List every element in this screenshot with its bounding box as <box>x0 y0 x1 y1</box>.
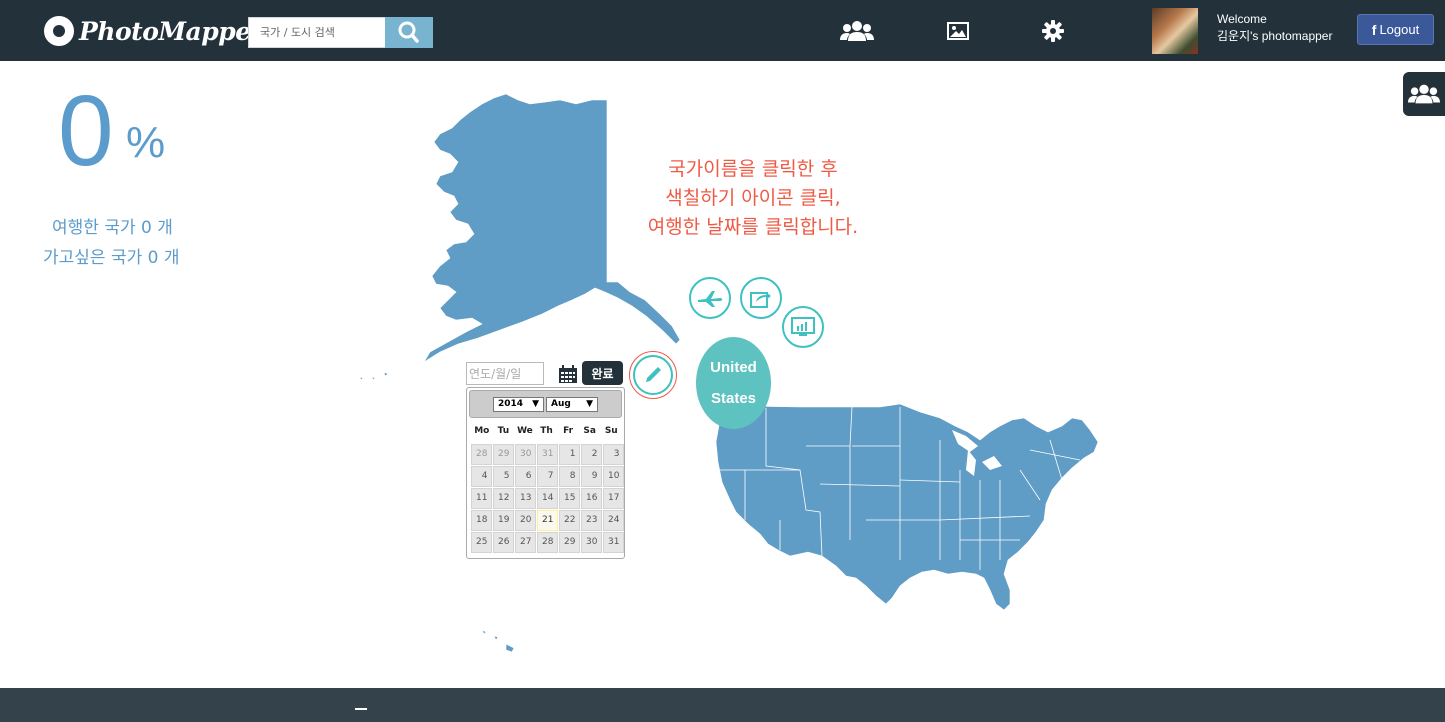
friends-icon <box>840 21 874 41</box>
calendar-day[interactable]: 13 <box>515 488 536 509</box>
year-select[interactable]: 2014 ▼ <box>493 396 544 412</box>
pencil-icon <box>646 367 661 382</box>
calendar-day[interactable]: 16 <box>581 488 602 509</box>
month-select[interactable]: Aug ▼ <box>546 396 598 412</box>
instruction-text: 국가이름을 클릭한 후 색칠하기 아이콘 클릭, 여행한 날짜를 클릭합니다. <box>598 155 908 242</box>
camera-shutter-icon <box>44 16 74 46</box>
calendar-day[interactable]: 28 <box>537 532 558 553</box>
instruction-line-2: 색칠하기 아이콘 클릭, <box>665 187 841 209</box>
share-edit-icon <box>750 292 771 308</box>
calendar-day[interactable]: 2 <box>581 444 602 465</box>
calendar-day[interactable]: 10 <box>603 466 624 487</box>
logout-button[interactable]: f Logout <box>1357 14 1434 45</box>
calendar-day[interactable]: 22 <box>559 510 580 531</box>
calendar-day-today[interactable]: 21 <box>537 510 558 531</box>
map-region-hawaii <box>481 629 515 653</box>
footer-mark <box>355 708 367 712</box>
calendar-day[interactable]: 12 <box>493 488 514 509</box>
calendar-day[interactable]: 30 <box>581 532 602 553</box>
weekday-label: Tu <box>497 426 510 436</box>
calendar-day[interactable]: 26 <box>493 532 514 553</box>
paint-action-button[interactable] <box>629 351 677 399</box>
calendar-day[interactable]: 28 <box>471 444 492 465</box>
paint-action-inner <box>633 355 673 395</box>
logo-text: PhotoMapper <box>79 16 264 46</box>
calendar-day[interactable]: 20 <box>515 510 536 531</box>
calendar-day[interactable]: 3 <box>603 444 624 465</box>
calendar-day[interactable]: 30 <box>515 444 536 465</box>
calendar-day[interactable]: 14 <box>537 488 558 509</box>
calendar-day[interactable]: 19 <box>493 510 514 531</box>
calendar-day[interactable]: 6 <box>515 466 536 487</box>
year-value: 2014 <box>498 399 524 409</box>
datepicker: 2014 ▼ Aug ▼ Mo Tu We Th Fr Sa Su 28 29 … <box>466 387 625 559</box>
welcome-label: Welcome <box>1217 12 1267 26</box>
weekday-label: Su <box>604 426 618 436</box>
settings-nav-button[interactable] <box>1036 16 1070 46</box>
country-name-line-1: United <box>710 359 757 376</box>
calendar-day[interactable]: 27 <box>515 532 536 553</box>
weekday-label: Sa <box>583 426 596 436</box>
calendar-day[interactable]: 15 <box>559 488 580 509</box>
map-region-contiguous-us <box>715 403 1099 611</box>
calendar-day[interactable]: 31 <box>537 444 558 465</box>
avatar[interactable] <box>1152 8 1198 54</box>
country-name-bubble[interactable]: United States <box>696 337 771 429</box>
weekday-label: Fr <box>563 426 574 436</box>
calendar-day[interactable]: 9 <box>581 466 602 487</box>
footer <box>0 688 1445 722</box>
date-input[interactable] <box>466 362 544 385</box>
calendar-day[interactable]: 18 <box>471 510 492 531</box>
airplane-icon <box>698 291 723 307</box>
logo[interactable]: PhotoMapper <box>44 14 264 48</box>
calendar-day[interactable]: 29 <box>559 532 580 553</box>
weekday-label: Mo <box>474 426 490 436</box>
search-button[interactable] <box>385 17 433 48</box>
calendar-day[interactable]: 7 <box>537 466 558 487</box>
instruction-line-3: 여행한 날짜를 클릭합니다. <box>647 216 859 238</box>
calendar-day[interactable]: 24 <box>603 510 624 531</box>
calendar-day[interactable]: 25 <box>471 532 492 553</box>
month-value: Aug <box>551 399 571 409</box>
weekday-label: Th <box>540 426 553 436</box>
settings-icon <box>1042 20 1064 42</box>
calendar-day[interactable]: 11 <box>471 488 492 509</box>
photo-nav-button[interactable] <box>941 16 975 46</box>
calendar-day[interactable]: 1 <box>559 444 580 465</box>
top-navbar: PhotoMapper 국가 / 도시 검색 Welcome 김운지's pho… <box>0 0 1445 61</box>
chart-icon <box>791 317 815 336</box>
weekday-label: We <box>517 426 533 436</box>
dropdown-arrow-icon: ▼ <box>586 399 593 409</box>
instruction-line-1: 국가이름을 클릭한 후 <box>668 158 838 180</box>
search-input[interactable] <box>248 17 386 48</box>
done-button[interactable]: 완료 <box>582 361 623 385</box>
calendar-day[interactable]: 8 <box>559 466 580 487</box>
photo-icon <box>947 22 969 40</box>
calendar-day[interactable]: 4 <box>471 466 492 487</box>
dropdown-arrow-icon: ▼ <box>532 399 539 409</box>
calendar-day[interactable]: 5 <box>493 466 514 487</box>
welcome-text: Welcome 김운지's photomapper <box>1217 11 1332 45</box>
calendar-day[interactable]: 31 <box>603 532 624 553</box>
weekday-header: Mo Tu We Th Fr Sa Su <box>469 426 622 436</box>
country-name-line-2: States <box>710 390 757 407</box>
calendar-icon[interactable] <box>558 365 578 384</box>
calendar-grid: 28 29 30 31 1 2 3 4 5 6 7 8 9 10 11 12 1… <box>469 444 624 553</box>
calendar-day[interactable]: 17 <box>603 488 624 509</box>
facebook-icon: f <box>1371 21 1377 38</box>
stats-action-button[interactable] <box>782 306 824 348</box>
welcome-username: 김운지's photomapper <box>1217 29 1333 43</box>
logout-label: Logout <box>1379 22 1420 37</box>
visited-action-button[interactable] <box>689 277 731 319</box>
share-action-button[interactable] <box>740 277 782 319</box>
datepicker-header: 2014 ▼ Aug ▼ <box>469 390 622 418</box>
friends-nav-button[interactable] <box>840 16 874 46</box>
calendar-day[interactable]: 23 <box>581 510 602 531</box>
calendar-day[interactable]: 29 <box>493 444 514 465</box>
search-icon <box>398 21 419 43</box>
